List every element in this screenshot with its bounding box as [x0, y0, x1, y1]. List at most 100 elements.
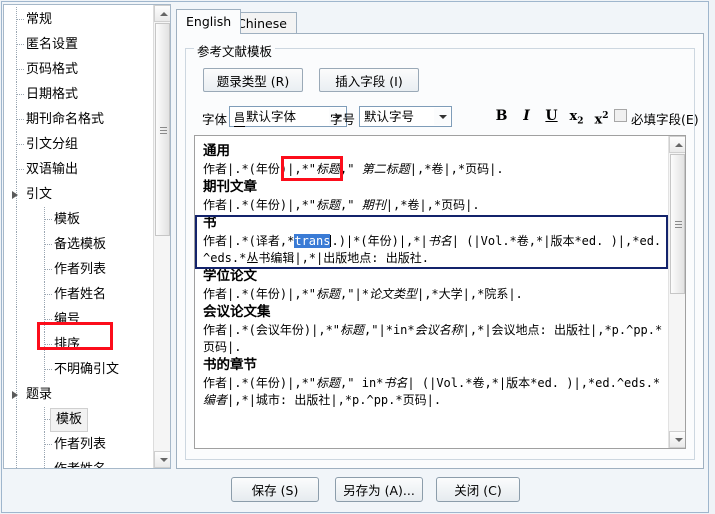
sidebar-item-1[interactable]: 匿名设置	[4, 32, 152, 57]
editor-scroll-up-button[interactable]	[669, 136, 685, 153]
sidebar-item-label: 模板	[54, 212, 81, 227]
italic-button[interactable]: I	[517, 107, 536, 126]
font-size-combobox[interactable]: 默认字号	[359, 106, 452, 127]
font-size-dropdown-button[interactable]	[434, 108, 450, 125]
sidebar-item-8[interactable]: 模板	[4, 207, 152, 232]
sidebar-item-label: 排序	[54, 337, 81, 352]
caret-up-icon	[160, 12, 168, 16]
entry-template-body[interactable]: 作者|.*(译者,*trans.)|*(年份)|,*|书名| (|Vol.*卷,…	[203, 233, 664, 267]
settings-tree-panel[interactable]: 常规 匿名设置 页码格式 日期格式 期刊命名格式 引文分组 双语输出 引文 模板 备选模板 作者列表…	[3, 4, 171, 469]
caret-down-icon	[675, 438, 683, 442]
template-text-content[interactable]: 通用 作者|.*(年份)|,*"标题," 第二标题|,*卷|,*页码|. 期刊文章作…	[195, 136, 668, 448]
sidebar-item-label: 引文分组	[26, 137, 79, 152]
bold-button[interactable]: B	[492, 107, 511, 126]
sidebar-item-12[interactable]: 编号	[4, 307, 152, 332]
sidebar-item-label: 作者列表	[54, 262, 107, 277]
tree-branch-dash	[45, 369, 52, 371]
sidebar-item-5[interactable]: 引文分组	[4, 132, 152, 157]
sidebar-item-11[interactable]: 作者姓名	[4, 282, 152, 307]
tree-guide-line	[16, 257, 18, 282]
superscript-button[interactable]: x2	[592, 107, 611, 127]
sidebar-item-label: 期刊命名格式	[26, 112, 105, 127]
tree-branch-dash	[17, 44, 24, 46]
sidebar-item-label: 页码格式	[26, 62, 79, 77]
reference-type-button[interactable]: 题录类型 (R)	[203, 68, 303, 92]
tree-branch-dash	[45, 319, 52, 321]
editor-scroll-down-button[interactable]	[669, 431, 685, 448]
tree-branch-dash	[45, 219, 52, 221]
template-text-editor[interactable]: 通用 作者|.*(年份)|,*"标题," 第二标题|,*卷|,*页码|. 期刊文章作…	[194, 135, 686, 449]
field-name: 标题	[316, 162, 341, 176]
tree-scroll-thumb[interactable]	[155, 23, 170, 236]
required-field-checkbox[interactable]	[614, 109, 627, 122]
sidebar-item-6[interactable]: 双语输出	[4, 157, 152, 182]
save-as-button[interactable]: 另存为 (A)...	[335, 477, 423, 502]
sidebar-item-label: 备选模板	[54, 237, 107, 252]
sidebar-item-7[interactable]: 引文	[4, 182, 152, 207]
sidebar-item-0[interactable]: 常规	[4, 7, 152, 32]
tree-scroll-down-button[interactable]	[154, 451, 170, 468]
tree-branch-dash	[17, 119, 24, 121]
editor-vertical-scrollbar[interactable]	[668, 136, 685, 448]
font-size-value: 默认字号	[364, 109, 415, 124]
tree-branch-dash	[17, 69, 24, 71]
expand-collapse-arrow-icon[interactable]	[12, 391, 18, 399]
field-name: 书名	[383, 376, 408, 390]
editor-scroll-thumb[interactable]	[670, 154, 685, 294]
tree-scroll-up-button[interactable]	[154, 5, 170, 22]
insert-field-button[interactable]: 插入字段 (I)	[319, 68, 419, 92]
sidebar-item-label: 常规	[26, 12, 53, 27]
sidebar-item-label: 双语输出	[26, 162, 79, 177]
sidebar-item-label: 匿名设置	[26, 37, 79, 52]
options-window: 常规 匿名设置 页码格式 日期格式 期刊命名格式 引文分组 双语输出 引文 模板 备选模板 作者列表…	[0, 0, 715, 514]
subscript-button[interactable]: x2	[567, 107, 586, 127]
field-name: 论文类型	[368, 287, 417, 301]
save-button[interactable]: 保存 (S)	[231, 477, 319, 502]
tree-guide-line	[16, 207, 18, 232]
sidebar-item-label: 引文	[26, 187, 53, 202]
sidebar-item-9[interactable]: 备选模板	[4, 232, 152, 257]
caret-down-icon	[160, 458, 168, 462]
formatting-toolbar: 字体 昌默认字体 字号 默认字号 B I U x2 x2 必填字段(E)	[202, 106, 699, 128]
field-name: 会议名称	[414, 323, 463, 337]
sidebar-item-16[interactable]: 模板	[4, 407, 152, 432]
font-glyph-icon: 昌	[234, 110, 245, 127]
sidebar-item-label: 不明确引文	[54, 362, 120, 377]
close-button[interactable]: 关闭 (C)	[436, 477, 520, 502]
tab-english[interactable]: English	[176, 9, 242, 34]
field-name: 标题	[340, 323, 365, 337]
settings-tree-list[interactable]: 常规 匿名设置 页码格式 日期格式 期刊命名格式 引文分组 双语输出 引文 模板 备选模板 作者列表…	[4, 5, 152, 468]
font-label: 字体	[202, 112, 228, 127]
entry-template-body[interactable]: 作者|.*(年份)|,*"标题," in*书名| (|Vol.*卷,*|版本*e…	[203, 375, 664, 409]
sidebar-item-10[interactable]: 作者列表	[4, 257, 152, 282]
entry-template-body[interactable]: 作者|.*(年份)|,*"标题," 期刊|,*卷|,*页码|.	[203, 197, 664, 214]
entry-template-body[interactable]: 作者|.*(会议年份)|,*"标题,"|*in*会议名称|,*|会议地点: 出版…	[203, 322, 664, 356]
underline-button[interactable]: U	[542, 107, 561, 126]
tree-branch-dash	[17, 19, 24, 21]
tree-guide-line	[16, 357, 18, 382]
field-name: 期刊	[361, 198, 386, 212]
field-name: 第二标题	[361, 162, 410, 176]
field-name: 标题	[316, 198, 341, 212]
sidebar-item-2[interactable]: 页码格式	[4, 57, 152, 82]
entry-template-body[interactable]: 作者|.*(年份)|,*"标题,"|*论文类型|,*大学|,*院系|.	[203, 286, 664, 303]
tree-guide-line	[16, 332, 18, 357]
sidebar-item-4[interactable]: 期刊命名格式	[4, 107, 152, 132]
main-panel: English Chinese 参考文献模板 题录类型 (R) 插入字段 (I)…	[174, 4, 704, 469]
tree-guide-line	[16, 432, 18, 457]
language-tab-strip[interactable]: English Chinese	[174, 9, 704, 34]
sidebar-item-13[interactable]: 排序	[4, 332, 152, 357]
dialog-footer: 保存 (S) 另存为 (A)... 关闭 (C)	[2, 467, 711, 512]
sidebar-item-14[interactable]: 不明确引文	[4, 357, 152, 382]
font-size-label: 字号	[330, 112, 356, 127]
entry-template-body[interactable]: 作者|.*(年份)|,*"标题," 第二标题|,*卷|,*页码|.	[203, 161, 664, 178]
field-name: 书名	[427, 234, 452, 248]
grip-icon	[675, 221, 682, 228]
sidebar-item-17[interactable]: 作者列表	[4, 432, 152, 457]
sidebar-item-label: 作者列表	[54, 437, 107, 452]
sidebar-item-label: 模板	[50, 408, 89, 432]
tree-vertical-scrollbar[interactable]	[153, 5, 170, 468]
expand-collapse-arrow-icon[interactable]	[12, 191, 18, 199]
sidebar-item-3[interactable]: 日期格式	[4, 82, 152, 107]
sidebar-item-15[interactable]: 题录	[4, 382, 152, 407]
